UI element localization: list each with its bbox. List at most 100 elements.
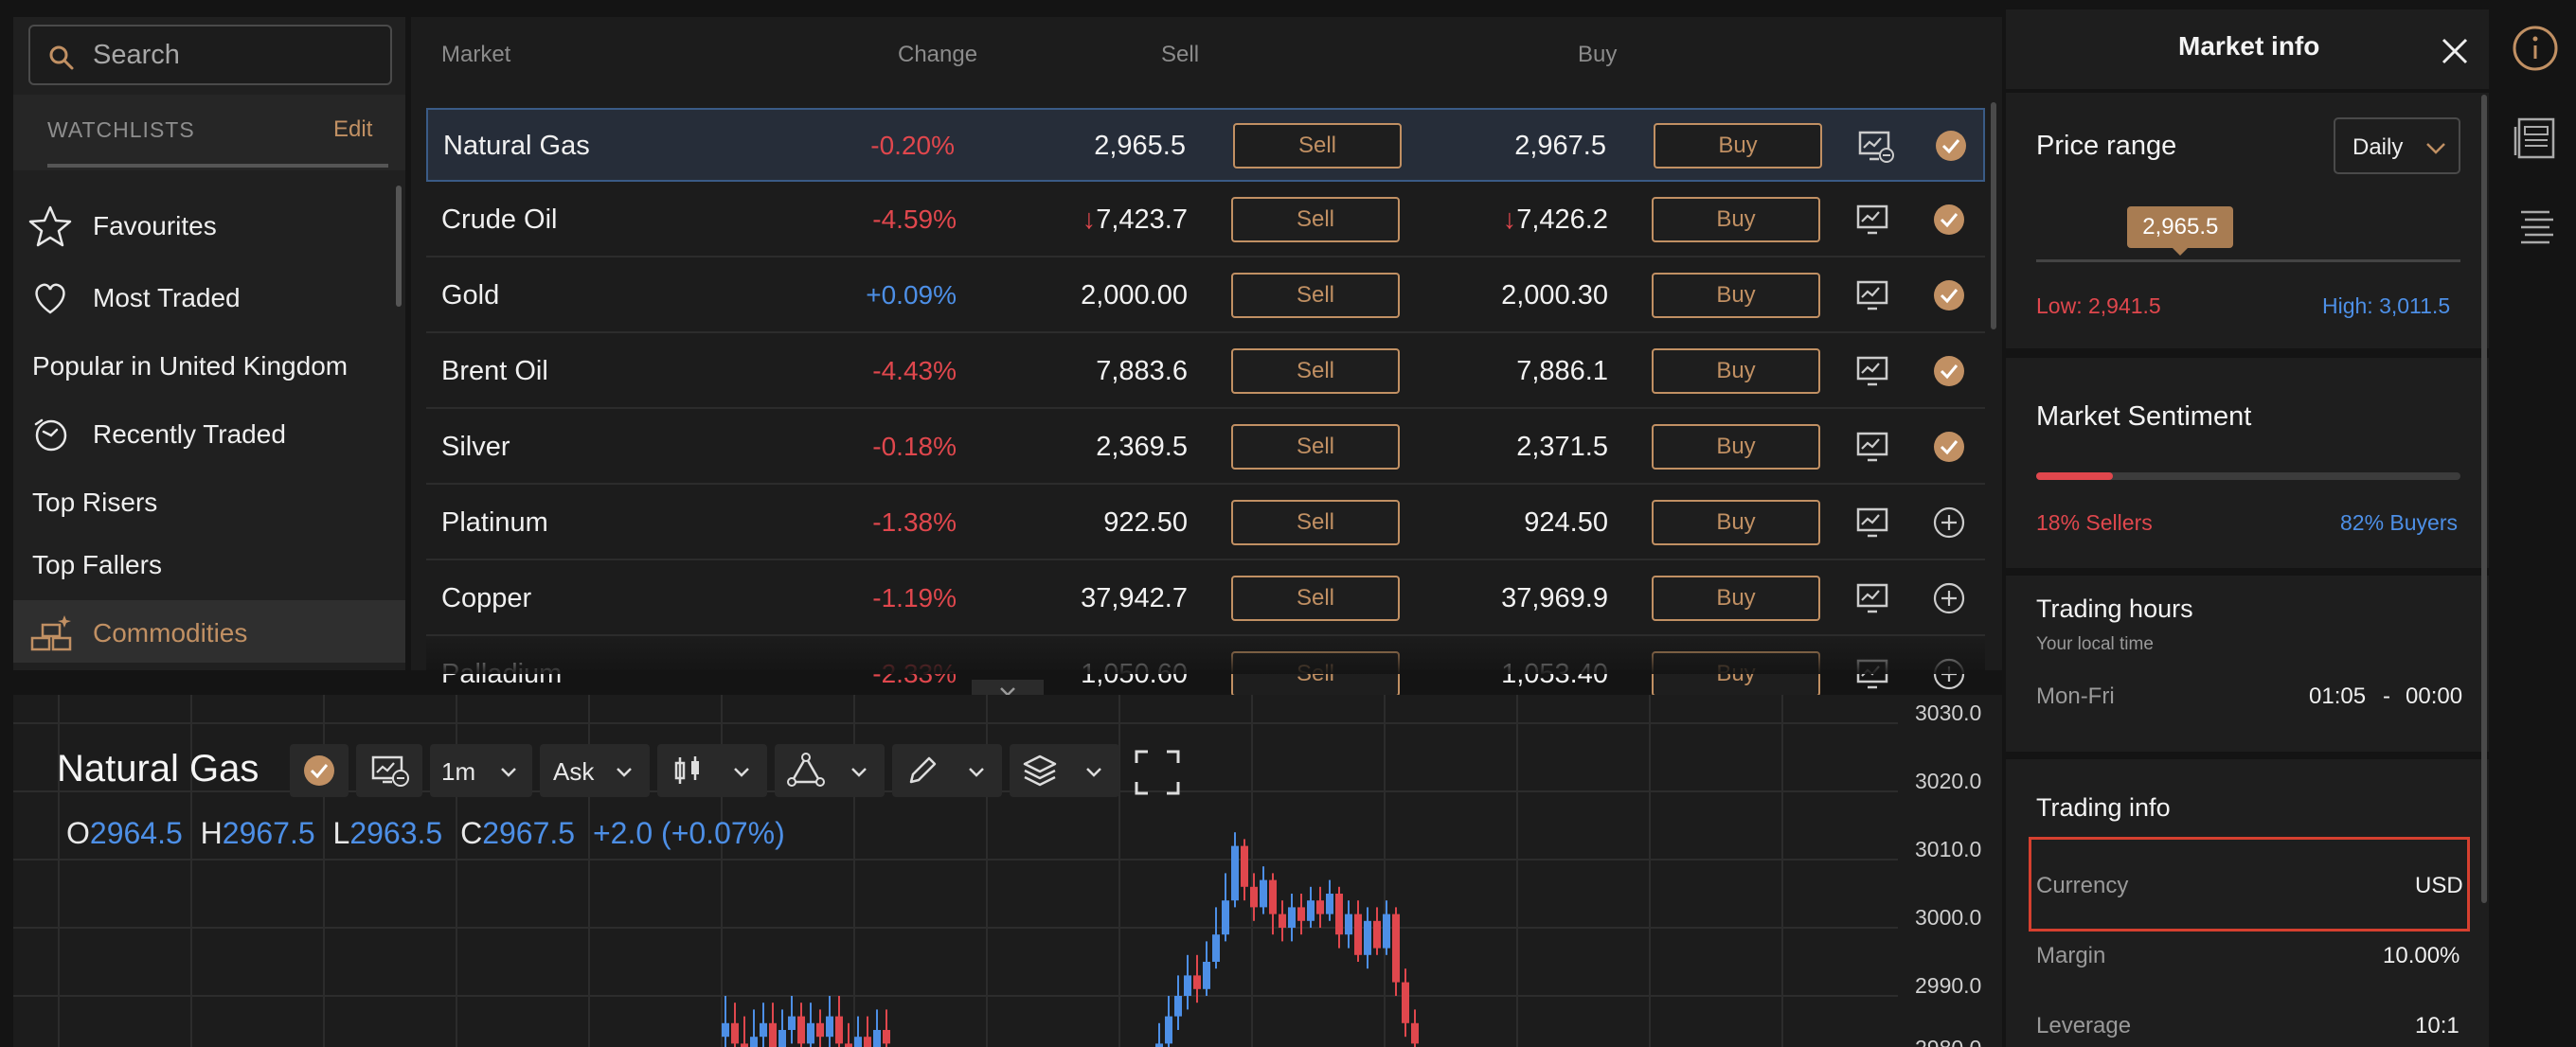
chart-monitor-button[interactable] [356, 744, 422, 797]
chart-monitor-icon[interactable] [1856, 129, 1894, 165]
chart-monitor-icon[interactable] [1854, 278, 1892, 314]
change-value: +2.0 (+0.07%) [592, 816, 785, 850]
chevron-down-icon [501, 768, 516, 777]
layers-icon [1023, 754, 1057, 787]
chart-monitor-icon[interactable] [1854, 203, 1892, 239]
candle-body [797, 1016, 805, 1044]
check-circle-icon[interactable] [1934, 129, 1968, 163]
table-row[interactable]: Silver -0.18% 2,369.5 Sell 2,371.5 Buy [426, 411, 1985, 485]
change-value: -0.20% [870, 131, 955, 160]
sell-button[interactable]: Sell [1231, 197, 1400, 242]
table-row[interactable]: Brent Oil -4.43% 7,883.6 Sell 7,886.1 Buy [426, 335, 1985, 409]
layers-select[interactable] [1010, 744, 1119, 797]
table-row[interactable]: Crude Oil -4.59% ↓7,423.7 Sell ↓7,426.2 Buy [426, 184, 1985, 257]
y-axis-tick: 3020.0 [1915, 769, 1982, 793]
pencil-tool-select[interactable] [892, 744, 1002, 797]
check-circle-icon[interactable] [1932, 203, 1966, 237]
interval-select[interactable]: 1m [430, 744, 532, 797]
buy-button[interactable]: Buy [1652, 424, 1820, 470]
news-button[interactable] [2512, 114, 2559, 161]
sidebar-item-label: Popular in United Kingdom [32, 351, 349, 381]
price-range-title: Price range [2036, 131, 2177, 161]
add-circle-icon[interactable] [1932, 581, 1966, 615]
trading-info-title: Trading info [2036, 793, 2171, 822]
sell-price-value: 7,883.6 [1096, 356, 1188, 386]
buy-button[interactable]: Buy [1652, 348, 1820, 394]
price-range-track [2036, 259, 2460, 262]
candle-body [1345, 914, 1352, 935]
chart-monitor-icon[interactable] [1854, 430, 1892, 466]
sell-price: 2,000.00 [1081, 280, 1188, 311]
sell-button[interactable]: Sell [1231, 500, 1400, 545]
watchlists-edit-link[interactable]: Edit [333, 116, 372, 143]
period-select[interactable]: Daily [2334, 117, 2460, 174]
market-info-scrollbar[interactable] [2481, 95, 2487, 903]
market-name: Platinum [441, 507, 548, 538]
table-row[interactable]: Gold +0.09% 2,000.00 Sell 2,000.30 Buy [426, 259, 1985, 333]
sell-price-value: 2,369.5 [1096, 432, 1188, 462]
sentiment-card [2006, 358, 2489, 568]
buy-button[interactable]: Buy [1652, 500, 1820, 545]
change-value: -0.18% [872, 432, 957, 461]
search-input[interactable]: Search [28, 25, 392, 85]
candle-body [741, 1043, 748, 1047]
open-label: O [66, 816, 90, 850]
order-book-button[interactable] [2512, 204, 2559, 252]
info-button[interactable] [2510, 23, 2561, 74]
sidebar-item-favourites[interactable]: Favourites [13, 193, 405, 256]
check-circle-icon[interactable] [1932, 278, 1966, 312]
time-separator: - [2383, 683, 2390, 709]
table-row[interactable]: Platinum -1.38% 922.50 Sell 924.50 Buy [426, 487, 1985, 560]
chart-type-select[interactable] [657, 744, 767, 797]
sell-button[interactable]: Sell [1233, 123, 1402, 169]
check-circle-icon [304, 755, 334, 786]
sidebar-item-top-fallers[interactable]: Top Fallers [13, 532, 405, 594]
sidebar-item-top-risers[interactable]: Top Risers [13, 470, 405, 532]
candle-body [731, 1022, 739, 1044]
fullscreen-icon [1135, 750, 1180, 795]
add-circle-icon[interactable] [1932, 506, 1966, 540]
table-scrollbar[interactable] [1991, 102, 1996, 329]
candle-body [1241, 845, 1248, 887]
sidebar-item-most-traded[interactable]: Most Traded [13, 265, 405, 328]
candle-body [1250, 886, 1258, 908]
sentiment-title: Market Sentiment [2036, 401, 2252, 432]
chart-watchlist-toggle[interactable] [290, 744, 349, 797]
candle-body [1354, 914, 1362, 955]
sell-button[interactable]: Sell [1231, 576, 1400, 621]
drawing-tools-select[interactable] [775, 744, 885, 797]
fullscreen-button[interactable] [1131, 746, 1184, 799]
buy-button[interactable]: Buy [1652, 576, 1820, 621]
price-side-select[interactable]: Ask [540, 744, 650, 797]
buy-button[interactable]: Buy [1652, 273, 1820, 318]
chevron-down-icon [1086, 768, 1101, 777]
sidebar-item-popular-uk[interactable]: Popular in United Kingdom [13, 333, 405, 396]
buy-button[interactable]: Buy [1654, 123, 1822, 169]
candle-body [1269, 879, 1277, 914]
check-circle-icon[interactable] [1932, 430, 1966, 464]
candle-body [845, 1043, 852, 1047]
icon-rail [2495, 9, 2576, 1047]
chart-monitor-icon[interactable] [1854, 581, 1892, 617]
sidebar-scrollbar[interactable] [396, 186, 402, 307]
sentiment-sellers-fill [2036, 472, 2113, 480]
table-row[interactable]: Copper -1.19% 37,942.7 Sell 37,969.9 Buy [426, 562, 1985, 636]
sidebar-item-label: Favourites [93, 211, 217, 240]
close-button[interactable] [2436, 32, 2474, 70]
buy-price-value: 37,969.9 [1501, 583, 1608, 613]
buy-price: 7,886.1 [1516, 356, 1608, 387]
sell-button[interactable]: Sell [1231, 424, 1400, 470]
buy-button[interactable]: Buy [1652, 197, 1820, 242]
table-row[interactable]: Natural Gas -0.20% 2,965.5 Sell 2,967.5 Buy [426, 108, 1985, 182]
candle-body [1231, 845, 1239, 901]
chart-monitor-icon[interactable] [1854, 354, 1892, 390]
sell-button[interactable]: Sell [1231, 348, 1400, 394]
sidebar-item-commodities[interactable]: Commodities [13, 600, 405, 663]
candle-body [883, 1030, 890, 1044]
high-label: H [200, 816, 223, 850]
sidebar-item-recently-traded[interactable]: Recently Traded [13, 401, 405, 464]
trading-days: Mon-Fri [2036, 683, 2115, 709]
chart-monitor-icon[interactable] [1854, 506, 1892, 541]
check-circle-icon[interactable] [1932, 354, 1966, 388]
sell-button[interactable]: Sell [1231, 273, 1400, 318]
